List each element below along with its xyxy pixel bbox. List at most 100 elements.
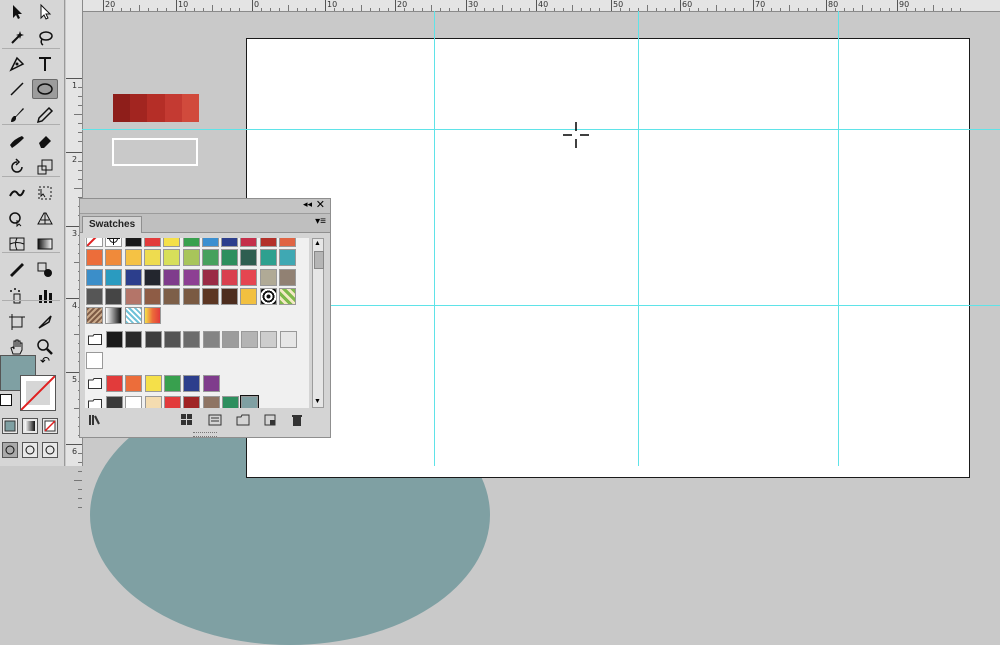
swatch[interactable]	[182, 249, 200, 267]
collapse-icon[interactable]: ◂◂	[303, 199, 312, 210]
swatch[interactable]	[105, 287, 123, 305]
paintbrush-tool-icon[interactable]	[4, 105, 30, 125]
swatch[interactable]	[125, 396, 143, 408]
swatch[interactable]	[144, 396, 162, 408]
swatch[interactable]	[163, 396, 181, 408]
swatch[interactable]	[221, 396, 239, 408]
symbol-sprayer-tool-icon[interactable]	[4, 286, 30, 306]
slice-tool-icon[interactable]	[32, 312, 58, 332]
ellipse-tool-icon[interactable]	[32, 79, 58, 100]
swatch[interactable]	[105, 268, 123, 286]
swatch[interactable]	[202, 396, 220, 408]
swatch[interactable]	[221, 238, 239, 247]
swatch[interactable]	[124, 249, 142, 267]
swatch[interactable]	[163, 249, 181, 267]
none-mode-icon[interactable]	[42, 418, 58, 434]
shape-builder-tool-icon[interactable]	[4, 208, 30, 228]
swatch[interactable]	[279, 287, 296, 305]
swatch[interactable]	[279, 330, 297, 348]
scrollbar[interactable]: ▲ ▼	[312, 238, 324, 408]
swatches-panel[interactable]: ◂◂ ✕ Swatches ▾≡ ▲ ▼	[79, 198, 331, 438]
swatch[interactable]	[106, 330, 123, 348]
horizontal-ruler[interactable]: 20 10 0 10 20 30 40 50 60 70 80 90	[66, 0, 1000, 12]
swatch-options-icon[interactable]	[208, 413, 222, 427]
swatch[interactable]	[259, 238, 277, 247]
scale-tool-icon[interactable]	[32, 157, 58, 177]
artboard-tool-icon[interactable]	[4, 312, 30, 332]
swatch[interactable]	[202, 330, 220, 348]
rotate-tool-icon[interactable]	[4, 157, 30, 177]
swatch[interactable]	[240, 249, 258, 267]
swatch[interactable]	[124, 307, 142, 325]
swatch[interactable]	[86, 238, 103, 247]
guide-vertical[interactable]	[638, 11, 639, 466]
blob-brush-tool-icon[interactable]	[4, 131, 30, 151]
selection-tool-icon[interactable]	[4, 2, 30, 22]
swatch[interactable]	[221, 249, 239, 267]
swatch[interactable]	[241, 330, 259, 348]
pen-tool-icon[interactable]	[4, 54, 30, 74]
swap-fill-stroke-icon[interactable]: ↶	[40, 354, 50, 368]
swatch[interactable]	[201, 249, 219, 267]
color-group-chip[interactable]	[113, 94, 200, 122]
swatch[interactable]	[163, 238, 181, 247]
swatch[interactable]	[201, 287, 219, 305]
swatch[interactable]	[125, 330, 143, 348]
swatch[interactable]	[86, 287, 103, 305]
eraser-tool-icon[interactable]	[32, 131, 58, 151]
new-color-group-icon[interactable]	[236, 413, 250, 427]
swatch[interactable]	[143, 287, 161, 305]
draw-inside-icon[interactable]	[42, 442, 58, 458]
swatch[interactable]	[201, 238, 219, 247]
swatch[interactable]	[240, 238, 258, 247]
swatch[interactable]	[143, 307, 161, 325]
swatch[interactable]	[143, 249, 161, 267]
type-tool-icon[interactable]	[32, 54, 58, 74]
swatch[interactable]	[202, 375, 220, 393]
draw-normal-icon[interactable]	[2, 442, 18, 458]
swatch[interactable]	[143, 238, 161, 247]
swatch[interactable]	[105, 307, 123, 325]
swatch[interactable]	[183, 330, 201, 348]
swatch[interactable]	[240, 268, 258, 286]
color-mode-icon[interactable]	[2, 418, 18, 434]
new-swatch-icon[interactable]	[263, 413, 277, 427]
swatch[interactable]	[163, 268, 181, 286]
swatch[interactable]	[144, 330, 162, 348]
scrollbar-thumb[interactable]	[314, 251, 324, 269]
swatch[interactable]	[125, 375, 143, 393]
swatch[interactable]	[183, 375, 201, 393]
artboard[interactable]	[246, 38, 970, 478]
swatch[interactable]	[106, 396, 123, 408]
eyedropper-tool-icon[interactable]	[4, 260, 30, 280]
free-transform-tool-icon[interactable]	[32, 183, 58, 203]
delete-swatch-icon[interactable]	[290, 413, 304, 427]
swatch[interactable]	[106, 375, 123, 393]
swatch[interactable]	[144, 375, 162, 393]
resize-grip-icon[interactable]	[193, 432, 217, 437]
magic-wand-tool-icon[interactable]	[4, 28, 30, 48]
line-segment-tool-icon[interactable]	[4, 79, 30, 99]
swatch[interactable]	[86, 351, 103, 369]
swatch[interactable]	[279, 238, 296, 247]
gradient-mode-icon[interactable]	[22, 418, 38, 434]
swatch[interactable]	[105, 249, 123, 267]
default-fill-stroke-icon[interactable]	[0, 394, 12, 406]
swatch[interactable]	[221, 330, 239, 348]
tab-swatches[interactable]: Swatches	[82, 216, 143, 233]
draw-behind-icon[interactable]	[22, 442, 38, 458]
swatch[interactable]	[86, 307, 103, 325]
swatch[interactable]	[163, 287, 181, 305]
panel-titlebar[interactable]: ◂◂ ✕	[80, 199, 330, 214]
swatch[interactable]	[259, 287, 277, 305]
column-graph-tool-icon[interactable]	[32, 286, 58, 306]
swatch-libraries-icon[interactable]	[88, 413, 102, 427]
swatch[interactable]	[279, 268, 296, 286]
swatch[interactable]	[182, 287, 200, 305]
swatch[interactable]	[259, 249, 277, 267]
close-icon[interactable]: ✕	[316, 198, 325, 211]
stroke-color-box[interactable]	[20, 375, 56, 411]
guide-vertical[interactable]	[434, 11, 435, 466]
color-group-folder-icon[interactable]	[86, 331, 104, 348]
show-swatch-kinds-icon[interactable]	[180, 413, 194, 427]
